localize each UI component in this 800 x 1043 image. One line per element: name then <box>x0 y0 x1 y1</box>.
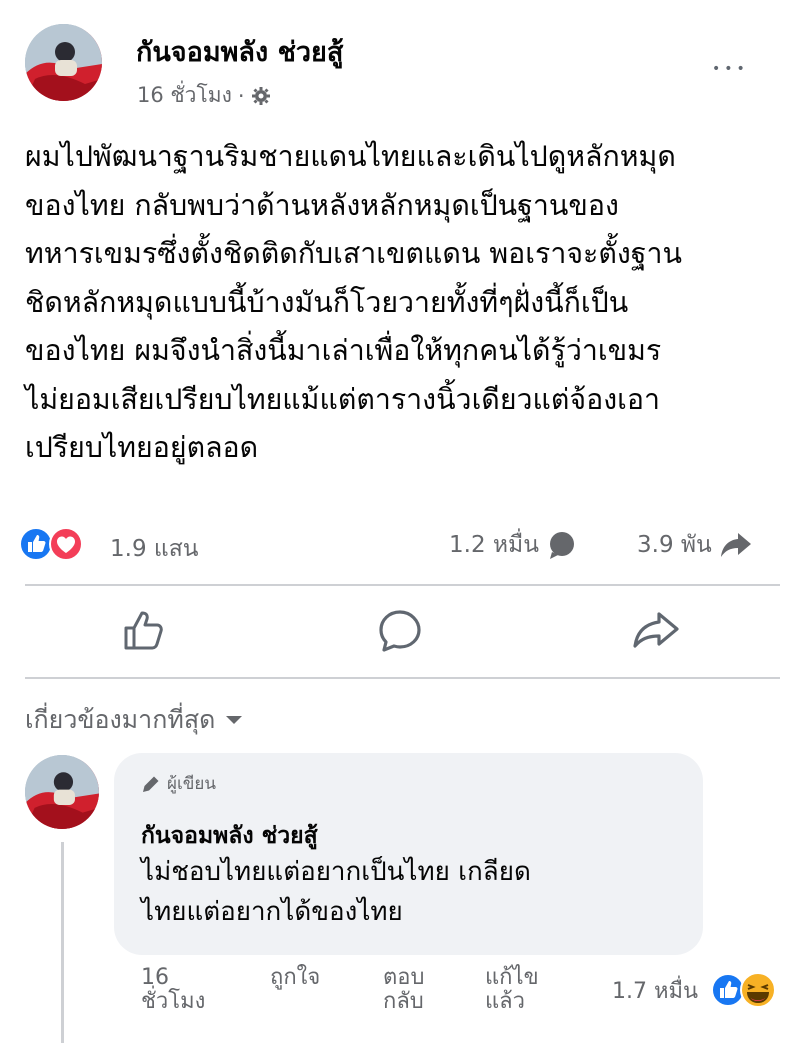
comment-reaction-count[interactable]: 1.7 หมื่น <box>612 980 698 1004</box>
actions-divider <box>25 677 780 679</box>
more-horizontal-icon: ••• <box>712 61 749 77</box>
comment-reaction-icon-group <box>711 972 776 1008</box>
comment-edited-label: แก้ไข แล้ว <box>485 966 539 1014</box>
post-text-line: ของไทย กลับพบว่าด้านหลังหลักหมุดเป็นฐานข… <box>25 188 619 222</box>
post-text-line: ของไทย ผมจึงนำสิ่งนี้มาเล่าเพื่อให้ทุกคน… <box>25 334 662 367</box>
filter-label: เกี่ยวข้องมากที่สุด <box>25 705 216 734</box>
comment-time-line: 16 <box>141 965 169 990</box>
comment-like-button[interactable]: ถูกใจ <box>270 966 320 990</box>
author-avatar[interactable] <box>25 24 102 101</box>
comment-reply-button[interactable]: ตอบ กลับ <box>383 966 424 1014</box>
caret-down-icon <box>226 716 243 724</box>
comment-time-line: ชั่วโมง <box>141 989 206 1014</box>
comment-like-label: ถูกใจ <box>270 965 321 990</box>
like-icon <box>19 527 53 561</box>
stats-divider <box>25 584 780 586</box>
like-outline-icon <box>124 611 163 650</box>
comment-author-name[interactable]: กันจอมพลัง ช่วยสู้ <box>141 818 318 854</box>
comment-edited-line: แล้ว <box>485 989 526 1014</box>
comment-count-link[interactable]: 1.2 หมื่น <box>449 527 577 563</box>
post-text-line: ผมไปพัฒนาฐานริมชายแดนไทยและเดินไปดูหลักห… <box>25 140 676 173</box>
thread-line <box>61 842 64 1043</box>
post-meta: 16 ชั่วโมง · <box>137 79 271 112</box>
author-badge: ผู้เขียน <box>141 770 216 797</box>
post-author-name[interactable]: กันจอมพลัง ช่วยสู้ <box>136 30 343 73</box>
comment-count: 1.2 หมื่น <box>449 532 539 558</box>
comment-text: ไม่ชอบไทยแต่อยากเป็นไทย เกลียด ไทยแต่อยา… <box>141 852 531 932</box>
comment-bubble-icon <box>549 532 574 559</box>
comment-filter-dropdown[interactable]: เกี่ยวข้องมากที่สุด <box>25 700 243 740</box>
comment-edited-line: แก้ไข <box>485 965 539 990</box>
avatar-image <box>25 24 102 101</box>
reaction-count[interactable]: 1.9 แสน <box>110 531 198 567</box>
meta-separator: · <box>237 83 245 108</box>
comment-timestamp[interactable]: 16 ชั่วโมง <box>141 966 205 1014</box>
post-text-line: ไม่ยอมเสียเปรียบไทยแม้แต่ตารางนิ้วเดียวแ… <box>25 382 660 416</box>
comment-reply-line: กลับ <box>383 989 424 1014</box>
post-timestamp[interactable]: 16 ชั่วโมง <box>137 79 232 112</box>
share-button[interactable] <box>632 610 680 650</box>
love-icon <box>49 527 83 561</box>
more-options-button[interactable]: ••• <box>712 46 749 81</box>
comment-author-avatar[interactable] <box>25 755 99 829</box>
share-arrow-icon <box>720 533 751 557</box>
laugh-icon <box>740 972 776 1008</box>
comment-outline-icon <box>379 610 421 652</box>
share-count-link[interactable]: 3.9 พัน <box>637 527 752 563</box>
comment-text-line: ไทยแต่อยากได้ของไทย <box>141 897 403 927</box>
author-badge-label: ผู้เขียน <box>167 774 216 794</box>
post-text-line: ชิดหลักหมุดแบบนี้บ้างมันก็โวยวายทั้งที่ๆ… <box>25 285 629 319</box>
share-outline-icon <box>633 612 679 648</box>
share-count: 3.9 พัน <box>637 532 712 558</box>
post-text-line: ทหารเขมรซึ่งตั้งชิดติดกับเสาเขตแดน พอเรา… <box>25 237 682 270</box>
comment-reply-line: ตอบ <box>383 965 425 990</box>
comment-text-line: ไม่ชอบไทยแต่อยากเป็นไทย เกลียด <box>141 857 531 887</box>
reaction-icon-group <box>19 527 83 561</box>
post-text-line: เปรียบไทยอยู่ตลอด <box>25 431 259 464</box>
avatar-image <box>25 755 99 829</box>
comment-button[interactable] <box>377 608 423 654</box>
comment-reaction-icons[interactable] <box>710 970 796 1010</box>
like-icon <box>711 973 745 1007</box>
post-text: ผมไปพัฒนาฐานริมชายแดนไทยและเดินไปดูหลักห… <box>25 133 795 473</box>
pencil-icon <box>143 776 159 792</box>
gear-icon <box>251 86 270 105</box>
like-button[interactable] <box>122 608 166 652</box>
reaction-icons[interactable] <box>18 526 102 562</box>
